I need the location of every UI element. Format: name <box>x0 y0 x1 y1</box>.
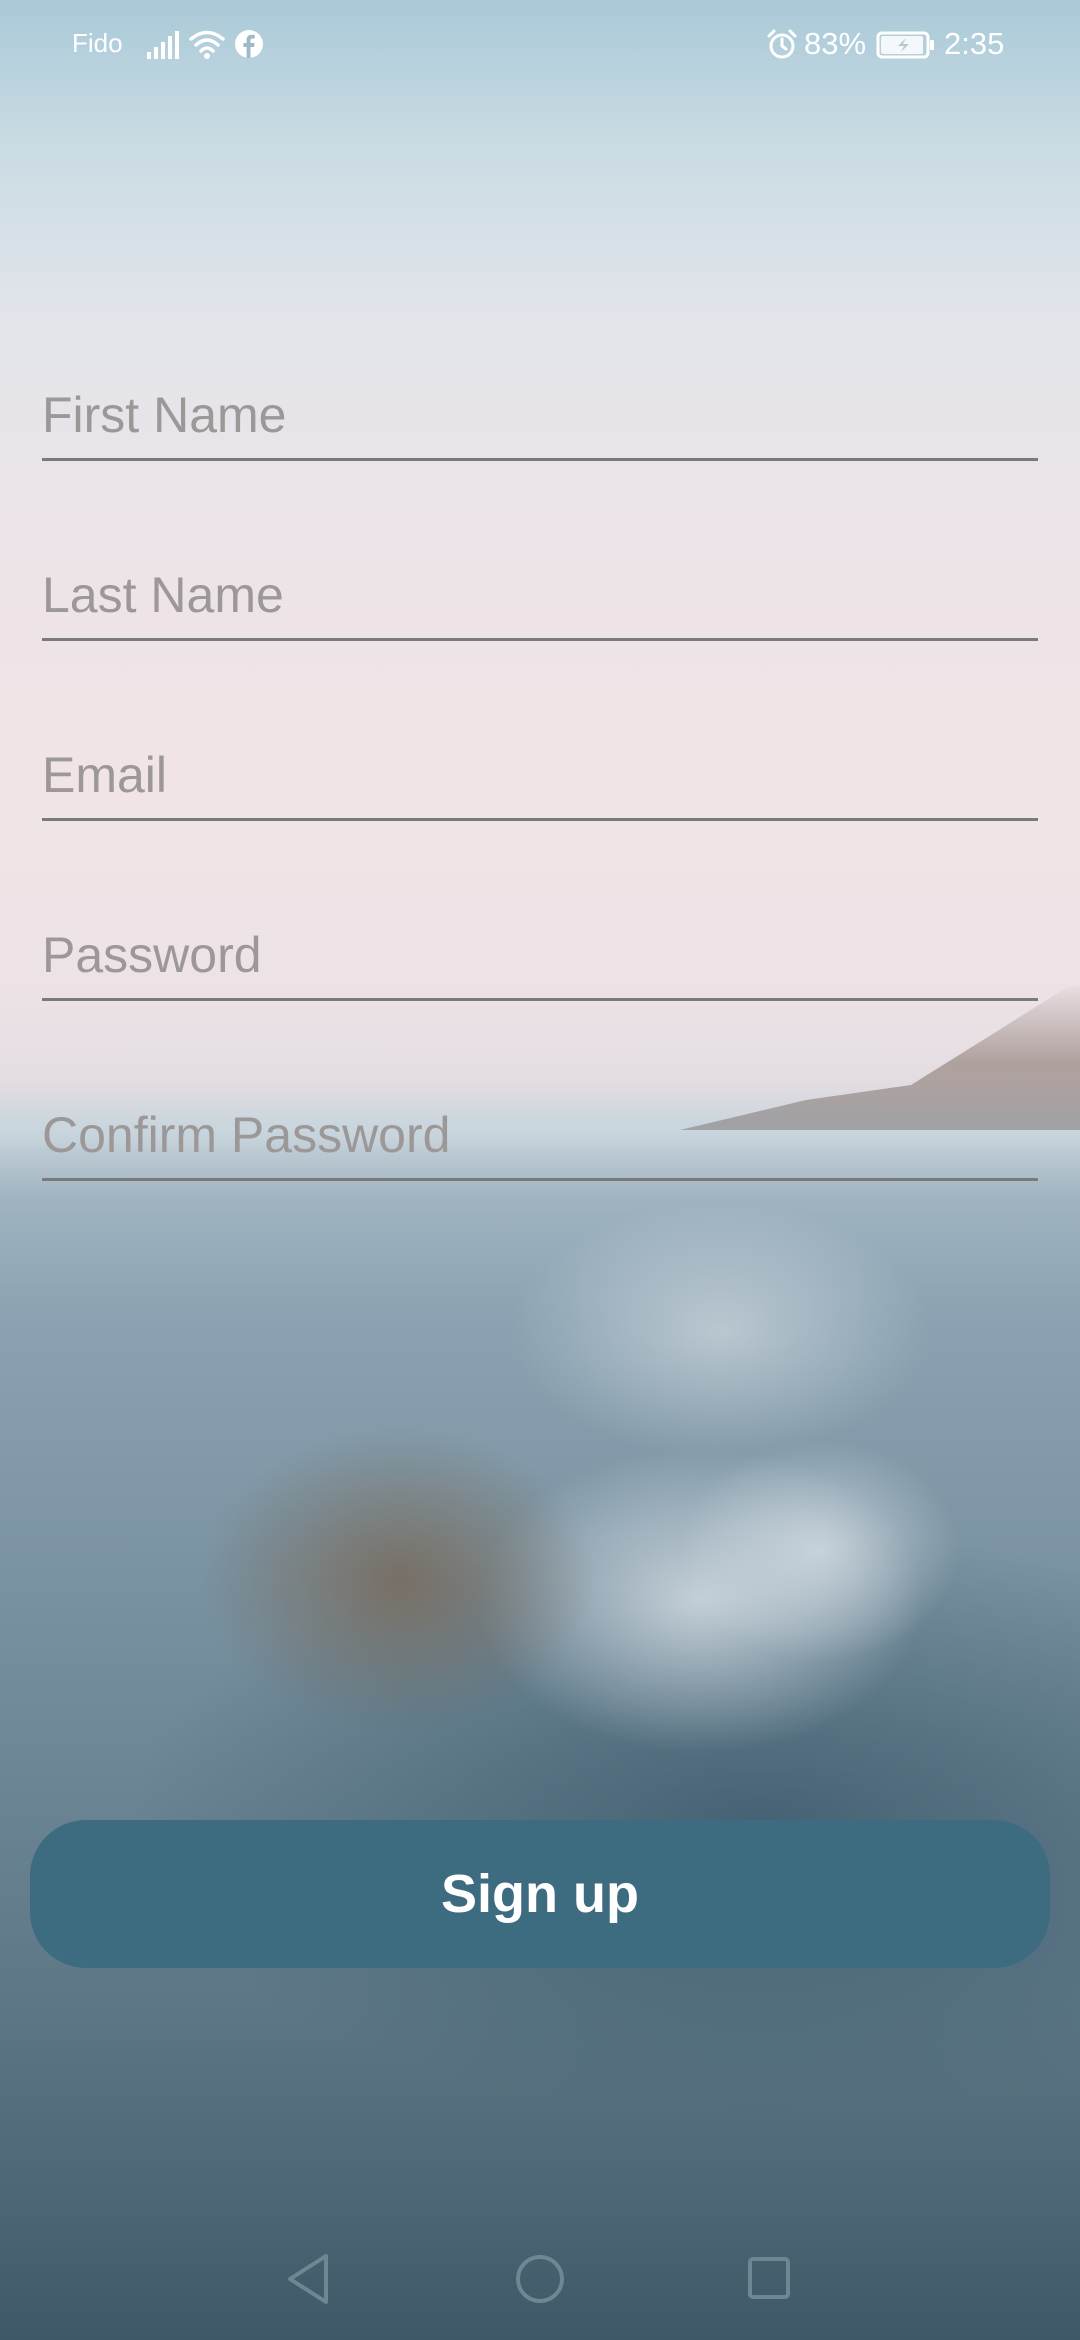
signup-screen: Fido 83% 2:35 First Name Last Name Email… <box>0 0 1080 2340</box>
confirm-password-input[interactable] <box>42 1106 1038 1164</box>
email-field[interactable] <box>42 738 1038 821</box>
wifi-icon <box>189 30 225 59</box>
first-name-input[interactable] <box>42 386 1038 444</box>
battery-percent: 83% <box>804 26 867 61</box>
battery-charging-icon <box>876 31 934 59</box>
confirm-password-field[interactable] <box>42 1098 1038 1181</box>
home-icon[interactable] <box>515 2254 565 2304</box>
alarm-icon <box>767 29 797 59</box>
background-wave <box>140 1430 960 1850</box>
status-bar: Fido 83% 2:35 <box>0 0 1080 90</box>
email-input[interactable] <box>42 746 1038 804</box>
password-input[interactable] <box>42 926 1038 984</box>
recent-apps-icon[interactable] <box>747 2256 791 2300</box>
first-name-field[interactable] <box>42 378 1038 461</box>
password-field[interactable] <box>42 918 1038 1001</box>
last-name-input[interactable] <box>42 566 1038 624</box>
carrier-label: Fido <box>72 28 123 58</box>
sign-up-button[interactable]: Sign up <box>30 1820 1050 1968</box>
facebook-icon <box>235 30 263 58</box>
back-icon[interactable] <box>284 2252 332 2306</box>
clock: 2:35 <box>944 26 1005 61</box>
last-name-field[interactable] <box>42 558 1038 641</box>
signal-icon <box>147 31 179 59</box>
